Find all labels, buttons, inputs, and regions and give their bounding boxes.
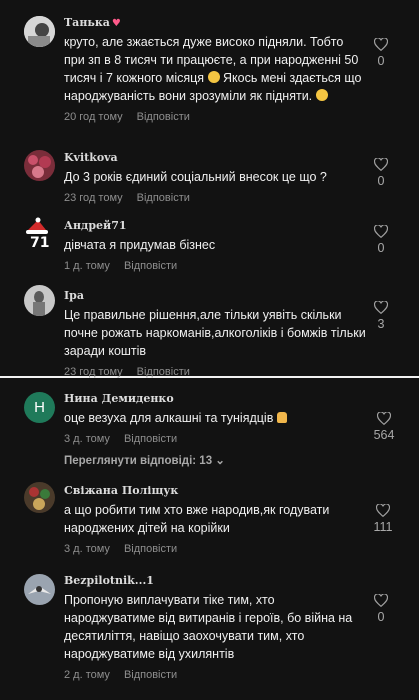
avatar-letter: Н [34, 399, 45, 416]
svg-text:71: 71 [30, 235, 49, 248]
like-count: 0 [377, 174, 385, 188]
comment-text: Це правильне рішення,але тільки уявіть с… [64, 308, 366, 358]
comment-text: а що робити тим хто вже народив,як годув… [64, 503, 330, 535]
comment-item: Танька ♥ круто, але зжається дуже високо … [0, 0, 419, 135]
heart-outline-icon [374, 301, 388, 314]
reply-button[interactable]: Відповісти [124, 433, 177, 445]
comment-item: Іра Це правильне рішення,але тільки уяві… [0, 271, 419, 378]
comment-author[interactable]: Kvitkova [64, 151, 367, 164]
heart-outline-icon [374, 158, 388, 171]
comment-time: 20 год тому [64, 111, 123, 123]
thumbs-up-icon [276, 412, 287, 423]
comment-item: Н Нина Демиденко оце везуха для алкашні … [0, 378, 419, 470]
like-button[interactable]: 0 [369, 158, 393, 188]
avatar[interactable]: 71 [24, 217, 55, 251]
avatar[interactable] [24, 574, 55, 605]
avatar[interactable] [24, 150, 55, 181]
avatar[interactable]: Н [24, 392, 55, 423]
comment-author[interactable]: Bezpilotnik...1 [64, 574, 367, 587]
comment-author[interactable]: Танька ♥ [64, 16, 367, 29]
comment-text: дівчата я придумав бізнес [64, 238, 216, 252]
avatar[interactable] [24, 16, 55, 47]
emoji-icon [207, 71, 220, 83]
like-button[interactable]: 3 [369, 301, 393, 331]
like-button[interactable]: 111 [369, 504, 397, 534]
comment-list: Танька ♥ круто, але зжається дуже високо … [0, 0, 419, 690]
like-count: 0 [377, 610, 385, 624]
like-button[interactable]: 0 [369, 594, 393, 624]
reply-button[interactable]: Відповісти [137, 366, 190, 378]
heart-outline-icon [374, 594, 388, 607]
comment-author[interactable]: Нина Демиденко [64, 392, 367, 405]
chevron-down-icon: ⌄ [215, 455, 225, 467]
comment-author[interactable]: Свіжана Поліщук [64, 484, 367, 497]
reply-button[interactable]: Відповісти [124, 543, 177, 555]
heart-outline-icon [374, 225, 388, 238]
comment-time: 3 д. тому [64, 543, 110, 555]
heart-outline-icon [376, 504, 390, 517]
comment-item: Bezpilotnik...1 Пропоную виплачувати тік… [0, 562, 419, 690]
like-button[interactable]: 0 [369, 225, 393, 255]
heart-icon: ♥ [111, 18, 121, 29]
like-count: 3 [377, 317, 385, 331]
comment-item: Kvitkova До 3 років єдиний соціальний вн… [0, 135, 419, 204]
like-count: 111 [373, 520, 393, 534]
view-replies-button[interactable]: Переглянути відповіді: 13 ⌄ [64, 453, 367, 467]
reply-button[interactable]: Відповісти [124, 669, 177, 681]
comment-text: Пропоную виплачувати тіке тим, хто народ… [64, 593, 353, 661]
like-button[interactable]: 0 [369, 38, 393, 68]
comment-time: 23 год тому [64, 366, 123, 378]
avatar[interactable] [24, 482, 55, 513]
heart-outline-icon [377, 412, 391, 425]
comment-item: Свіжана Поліщук а що робити тим хто вже … [0, 470, 419, 562]
comment-text: До 3 років єдиний соціальний внесок це щ… [64, 170, 327, 184]
like-count: 0 [377, 54, 385, 68]
emoji-icon [315, 89, 328, 101]
heart-outline-icon [374, 38, 388, 51]
comment-time: 3 д. тому [64, 433, 110, 445]
comment-author[interactable]: Андрей71 [64, 219, 367, 232]
comment-item: 71 Андрей71 дівчата я придумав бізнес 1 … [0, 203, 419, 272]
like-count: 0 [377, 241, 385, 255]
comment-text: круто, але зжається дуже високо підняли.… [64, 35, 362, 103]
avatar[interactable] [24, 285, 55, 316]
comment-author[interactable]: Іра [64, 289, 367, 302]
like-count: 564 [373, 428, 395, 442]
reply-button[interactable]: Відповісти [137, 111, 190, 123]
comment-text: оце везуха для алкашні та туніядців [64, 409, 367, 427]
like-button[interactable]: 564 [369, 412, 399, 442]
comment-time: 2 д. тому [64, 669, 110, 681]
